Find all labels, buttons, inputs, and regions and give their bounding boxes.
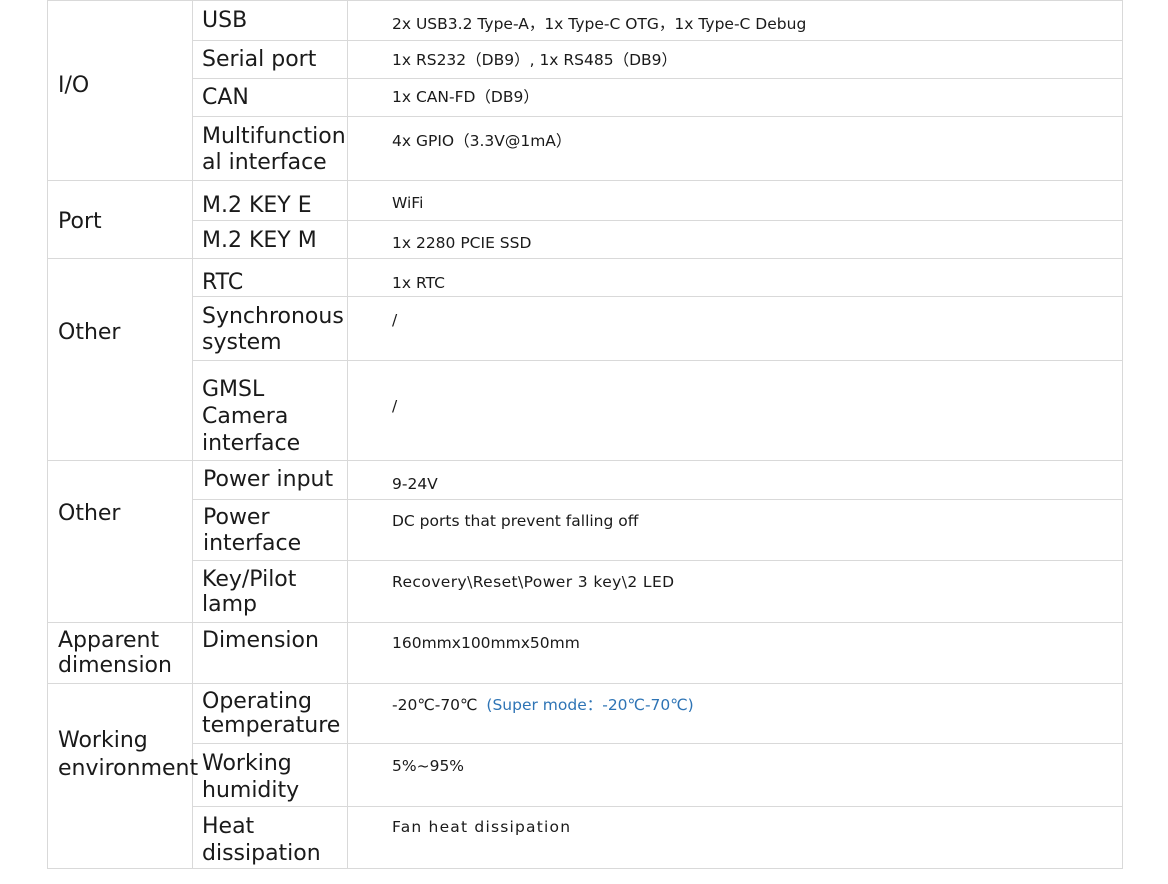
spec-value: 160mmx100mmx50mm xyxy=(392,634,580,652)
spec-label-cell: Working humidity xyxy=(193,743,348,806)
spec-value-cell: 1x 2280 PCIE SSD xyxy=(348,220,1123,258)
spec-label-cell: Heat dissipation xyxy=(193,806,348,868)
category-label: Apparent dimension xyxy=(58,628,172,678)
category-cell: Working environment xyxy=(47,683,198,868)
spec-value-cell: 160mmx100mmx50mm xyxy=(348,622,1123,683)
spec-value-cell: 2x USB3.2 Type-A，1x Type-C OTG，1x Type-C… xyxy=(348,0,1123,40)
spec-value: 1x RS232（DB9）, 1x RS485（DB9） xyxy=(392,51,678,69)
spec-label: Serial port xyxy=(202,47,317,72)
spec-value: 4x GPIO（3.3V@1mA） xyxy=(392,132,572,150)
spec-value-cell: -20℃-70℃ (Super mode：-20℃-70℃) xyxy=(348,683,1123,743)
spec-label: M.2 KEY M xyxy=(202,228,317,253)
category-label: Other xyxy=(58,501,121,526)
spec-value-cell: 1x CAN-FD（DB9） xyxy=(348,78,1123,116)
spec-label: Multifunctional interface xyxy=(202,124,346,175)
spec-value-cell: 4x GPIO（3.3V@1mA） xyxy=(348,116,1123,180)
category-cell: Other xyxy=(47,460,193,622)
category-label: Port xyxy=(58,209,102,234)
category-cell: Port xyxy=(47,180,193,258)
spec-value: DC ports that prevent falling off xyxy=(392,512,639,530)
spec-value-cell: 9-24V xyxy=(348,460,1123,499)
spec-label-cell: Power interface xyxy=(193,499,348,560)
spec-label: Power interface xyxy=(203,505,302,556)
spec-label-cell: Multifunctional interface xyxy=(193,116,348,180)
category-cell: Apparent dimension xyxy=(47,622,193,683)
spec-label-cell: Synchronous system xyxy=(193,296,348,360)
spec-value: -20℃-70℃ (Super mode：-20℃-70℃) xyxy=(392,695,694,715)
spec-value-cell: 1x RS232（DB9）, 1x RS485（DB9） xyxy=(348,40,1123,78)
spec-label-cell: GMSL Camera interface xyxy=(193,360,348,460)
spec-label: Operating temperature xyxy=(202,689,341,738)
spec-label: Key/Pilot lamp xyxy=(202,567,297,617)
spec-value-main: -20℃-70℃ xyxy=(392,696,478,714)
category-cell: I/O xyxy=(47,0,193,180)
spec-label: CAN xyxy=(202,85,249,110)
spec-label: Working humidity xyxy=(202,751,300,803)
spec-value-cell: / xyxy=(348,360,1123,460)
table-bottom-border xyxy=(47,868,1123,869)
spec-value: / xyxy=(392,311,398,329)
spec-value: Fan heat dissipation xyxy=(392,818,572,836)
spec-label-cell: Power input xyxy=(193,460,348,499)
spec-value: WiFi xyxy=(392,194,424,212)
category-label: Working environment xyxy=(58,728,199,781)
spec-value: 2x USB3.2 Type-A，1x Type-C OTG，1x Type-C… xyxy=(392,15,807,33)
spec-label-cell: Dimension xyxy=(193,622,348,683)
spec-label: GMSL Camera interface xyxy=(202,377,301,456)
spec-label-cell: Key/Pilot lamp xyxy=(193,560,348,622)
spec-table: I/O USB 2x USB3.2 Type-A，1x Type-C OTG，1… xyxy=(47,0,1123,869)
spec-label-cell: M.2 KEY E xyxy=(193,180,348,220)
spec-label: Heat dissipation xyxy=(202,814,321,866)
spec-label-cell: Operating temperature xyxy=(193,683,348,743)
spec-label: USB xyxy=(202,8,248,33)
spec-label-cell: RTC xyxy=(193,258,348,296)
spec-value-cell: 5%~95% xyxy=(348,743,1123,806)
spec-label: M.2 KEY E xyxy=(202,193,312,218)
spec-label-cell: USB xyxy=(193,0,348,40)
spec-value: 5%~95% xyxy=(392,757,465,775)
spec-value-cell: Recovery\Reset\Power 3 key\2 LED xyxy=(348,560,1123,622)
spec-label-cell: M.2 KEY M xyxy=(193,220,348,258)
spec-label: RTC xyxy=(202,270,244,295)
category-label: I/O xyxy=(58,73,90,98)
spec-value-cell: 1x RTC xyxy=(348,258,1123,296)
spec-label-cell: Serial port xyxy=(193,40,348,78)
spec-value-cell: WiFi xyxy=(348,180,1123,220)
spec-value: Recovery\Reset\Power 3 key\2 LED xyxy=(392,573,675,591)
spec-value-note: (Super mode：-20℃-70℃) xyxy=(486,696,694,714)
spec-label-cell: CAN xyxy=(193,78,348,116)
spec-label: Dimension xyxy=(202,628,319,653)
spec-label: Power input xyxy=(203,467,334,492)
spec-value-cell: / xyxy=(348,296,1123,360)
spec-value: / xyxy=(392,397,398,415)
category-label: Other xyxy=(58,320,121,345)
spec-value: 1x RTC xyxy=(392,274,445,292)
category-cell: Other xyxy=(47,258,193,460)
spec-value-cell: Fan heat dissipation xyxy=(348,806,1123,868)
spec-label: Synchronous system xyxy=(202,304,344,355)
spec-value: 1x CAN-FD（DB9） xyxy=(392,88,539,106)
spec-value: 1x 2280 PCIE SSD xyxy=(392,234,532,252)
spec-value: 9-24V xyxy=(392,475,438,493)
spec-value-cell: DC ports that prevent falling off xyxy=(348,499,1123,560)
